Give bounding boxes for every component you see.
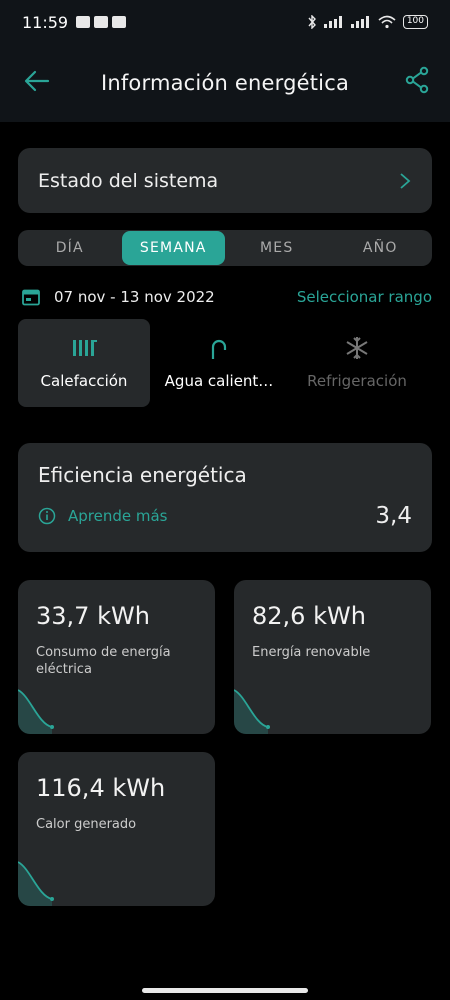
- teams-icon: [76, 16, 91, 28]
- tab-month[interactable]: MES: [225, 230, 329, 266]
- stat-card-renewable[interactable]: 82,6 kWh Energía renovable: [234, 580, 431, 734]
- select-range-link[interactable]: Seleccionar rango: [297, 288, 432, 306]
- wifi-icon: [378, 15, 396, 29]
- notification-icons: [76, 16, 127, 28]
- stat-label: Energía renovable: [252, 645, 371, 660]
- system-state-card[interactable]: Estado del sistema: [18, 148, 432, 213]
- teams-icon: [94, 16, 109, 28]
- tab-week[interactable]: SEMANA: [121, 231, 225, 265]
- info-icon[interactable]: [38, 507, 56, 525]
- system-state-label: Estado del sistema: [38, 169, 219, 192]
- learn-more-link[interactable]: Aprende más: [68, 507, 168, 525]
- service-hot-water[interactable]: Agua calient…: [150, 319, 288, 407]
- tab-day[interactable]: DÍA: [18, 230, 122, 266]
- tab-year[interactable]: AÑO: [329, 230, 433, 266]
- period-tabs: DÍA SEMANA MES AÑO: [18, 230, 432, 266]
- date-row: 07 nov - 13 nov 2022 Seleccionar rango: [22, 285, 432, 309]
- service-heating[interactable]: Calefacción: [18, 319, 150, 407]
- stat-label: Consumo de energía eléctrica: [36, 645, 171, 677]
- chevron-right-icon: [400, 172, 411, 189]
- battery-icon: 100: [402, 15, 428, 29]
- sparkline-icon: [18, 861, 54, 906]
- stat-label: Calor generado: [36, 817, 137, 832]
- faucet-icon: [211, 339, 227, 359]
- status-time: 11:59: [22, 12, 69, 32]
- snowflake-icon: [346, 337, 368, 359]
- bluetooth-icon: [308, 15, 316, 29]
- back-arrow-icon[interactable]: [22, 66, 52, 96]
- page-title: Información energética: [100, 71, 350, 95]
- stat-value: 33,7 kWh: [36, 602, 150, 630]
- service-cooling[interactable]: Refrigeración: [288, 319, 426, 407]
- signal-icon: [350, 16, 369, 28]
- service-tabs: Calefacción Agua calient… Refrigeración: [18, 319, 432, 407]
- service-cooling-label: Refrigeración: [307, 372, 407, 390]
- efficiency-card: Eficiencia energética Aprende más 3,4: [18, 443, 432, 552]
- efficiency-title: Eficiencia energética: [38, 463, 247, 487]
- app-header: Información energética: [0, 44, 450, 122]
- home-indicator[interactable]: [142, 988, 308, 993]
- calendar-icon: [22, 289, 40, 306]
- system-icons: 100: [307, 15, 428, 29]
- stat-card-heat[interactable]: 116,4 kWh Calor generado: [18, 752, 215, 906]
- sparkline-icon: [18, 689, 54, 734]
- service-heating-label: Calefacción: [40, 372, 128, 390]
- date-range: 07 nov - 13 nov 2022: [54, 288, 215, 306]
- share-icon[interactable]: [404, 66, 430, 94]
- signal-icon: [323, 16, 342, 28]
- stat-value: 82,6 kWh: [252, 602, 366, 630]
- status-bar: 11:59 100: [0, 0, 450, 44]
- radiator-icon: [73, 340, 97, 356]
- service-hot-water-label: Agua calient…: [164, 372, 274, 390]
- youtube-icon: [112, 16, 127, 28]
- sparkline-icon: [234, 689, 270, 734]
- stat-value: 116,4 kWh: [36, 774, 166, 802]
- efficiency-value: 3,4: [375, 503, 412, 529]
- stat-card-electric[interactable]: 33,7 kWh Consumo de energía eléctrica: [18, 580, 215, 734]
